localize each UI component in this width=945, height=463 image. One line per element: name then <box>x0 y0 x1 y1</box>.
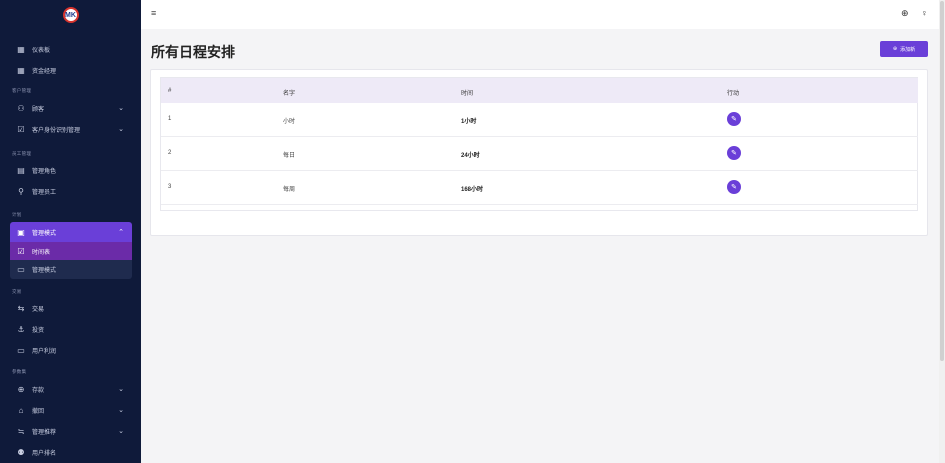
sidebar-item-fund-manager[interactable]: ▦ 资金经理 <box>10 61 132 79</box>
section-label-plan: 计划 <box>12 212 22 217</box>
globe-icon[interactable]: ⊕ <box>901 8 909 19</box>
logo[interactable]: MK <box>0 0 141 30</box>
sidebar-item-label: 时间表 <box>32 249 51 256</box>
sidebar-item-label: 管理推荐 <box>32 429 57 436</box>
sidebar-item-transactions[interactable]: ⇆ 交易 <box>10 299 132 317</box>
cell-time: 24小时 <box>461 153 480 159</box>
section-label-staff: 员工管理 <box>12 151 32 156</box>
table-row: 2 每日 24小时 ✎ <box>161 137 918 171</box>
clipboard-icon: ▤ <box>17 165 25 175</box>
chevron-down-icon: ⌄ <box>118 428 124 435</box>
anchor-icon: ⚓ <box>17 324 25 334</box>
user-badge-icon: ⚉ <box>17 447 25 457</box>
monitor-icon: ▭ <box>17 265 25 274</box>
add-new-label: 添加新 <box>900 46 916 53</box>
column-header-time: 时间 <box>461 91 474 97</box>
edit-icon[interactable]: ✎ <box>727 112 741 126</box>
sidebar-item-staff[interactable]: ⚲ 管理员工 <box>10 182 132 200</box>
sidebar-item-customers[interactable]: ⚇ 顾客 ⌄ <box>10 99 132 117</box>
sidebar-item-label: 投资 <box>32 327 45 334</box>
cell-id: 2 <box>168 150 172 156</box>
sidebar-item-label: 管理模式 <box>32 268 57 274</box>
user-add-icon: ⚲ <box>18 186 24 196</box>
menu-icon[interactable]: ≡ <box>151 8 156 18</box>
sidebar-item-user-ranking[interactable]: ⚉ 用户排名 <box>10 443 132 461</box>
cell-id: 1 <box>168 116 172 122</box>
schedule-table: # 名字 时间 行动 1 小时 1小时 ✎ 2 每日 24小时 ✎ 3 每周 1… <box>160 77 918 211</box>
sidebar-item-label: 资金经理 <box>32 68 57 75</box>
table-row: 3 每周 168小时 ✎ <box>161 171 918 205</box>
sidebar-item-deposit[interactable]: ⊕ 存款 ⌄ <box>10 380 132 398</box>
sidebar: MK ▦ 仪表板 ▦ 资金经理 客户管理 ⚇ 顾客 ⌄ ☑ 客户身份识别管理 ⌄… <box>0 0 141 463</box>
card-icon: ▭ <box>17 345 25 355</box>
sidebar-item-label: 撤回 <box>32 408 45 415</box>
logo-text: MK <box>65 11 76 19</box>
chevron-down-icon: ⌄ <box>118 407 124 414</box>
user-icon[interactable]: ♀ <box>921 8 928 18</box>
sidebar-item-label: 管理角色 <box>32 168 57 175</box>
table-row: 1 小时 1小时 ✎ <box>161 103 918 137</box>
sidebar-item-investments[interactable]: ⚓ 投资 <box>10 320 132 338</box>
chevron-up-icon: ⌃ <box>118 229 124 236</box>
section-label-customers: 客户管理 <box>12 88 32 93</box>
chevron-down-icon: ⌄ <box>118 105 124 112</box>
plus-circle-icon: ⊕ <box>17 384 25 394</box>
sidebar-item-manage-mode-sub[interactable]: ▭ 管理模式 <box>10 260 132 279</box>
edit-icon[interactable]: ✎ <box>727 146 741 160</box>
cell-time: 168小时 <box>461 187 484 193</box>
cell-name: 小时 <box>283 119 296 125</box>
sidebar-item-label: 存款 <box>32 387 45 394</box>
sidebar-item-label: 顾客 <box>32 106 45 113</box>
plus-circle-icon: ⊕ <box>892 46 898 52</box>
sidebar-item-label: 用户利润 <box>32 348 57 355</box>
section-label-fund: 参数集 <box>12 369 27 374</box>
sidebar-item-user-profit[interactable]: ▭ 用户利润 <box>10 341 132 359</box>
sidebar-item-dashboard[interactable]: ▦ 仪表板 <box>10 40 132 58</box>
cell-id: 3 <box>168 184 172 190</box>
add-new-button[interactable]: ⊕ 添加新 <box>880 41 928 57</box>
table-header: # 名字 时间 行动 <box>161 78 918 103</box>
checkbox-icon: ☑ <box>17 246 25 256</box>
sidebar-item-referrals[interactable]: ≒ 管理推荐 ⌄ <box>10 422 132 440</box>
sliders-icon: ≒ <box>17 426 25 436</box>
transfer-icon: ⇆ <box>17 303 25 313</box>
chevron-down-icon: ⌄ <box>118 126 124 133</box>
sidebar-item-schedule[interactable]: ☑ 时间表 <box>10 242 132 260</box>
calendar-icon: ▣ <box>17 227 25 237</box>
cell-time: 1小时 <box>461 119 477 125</box>
grid-icon: ▦ <box>17 44 25 54</box>
sidebar-item-label: 客户身份识别管理 <box>32 127 81 134</box>
section-label-trade: 交易 <box>12 289 22 294</box>
checkbox-icon: ☑ <box>17 124 25 134</box>
sidebar-item-kyc[interactable]: ☑ 客户身份识别管理 ⌄ <box>10 120 132 138</box>
cell-name: 每周 <box>283 187 296 193</box>
top-bar: ≡ ⊕ ♀ <box>141 0 945 29</box>
bank-icon: ⌂ <box>18 405 24 415</box>
sidebar-item-label: 用户排名 <box>32 450 57 457</box>
sidebar-item-manage-mode[interactable]: ▣ 管理模式 ⌃ <box>10 222 132 242</box>
edit-icon[interactable]: ✎ <box>727 180 741 194</box>
column-header-action: 行动 <box>727 91 740 97</box>
cell-name: 每日 <box>283 153 296 159</box>
sidebar-item-roles[interactable]: ▤ 管理角色 <box>10 161 132 179</box>
chevron-down-icon: ⌄ <box>118 386 124 393</box>
sidebar-item-withdraw[interactable]: ⌂ 撤回 ⌄ <box>10 401 132 419</box>
users-icon: ⚇ <box>17 103 25 113</box>
page-title: 所有日程安排 <box>151 44 235 60</box>
column-header-id: # <box>168 88 172 94</box>
sidebar-item-label: 管理模式 <box>32 230 57 237</box>
column-header-name: 名字 <box>283 91 296 97</box>
sidebar-item-label: 交易 <box>32 306 45 313</box>
page-scrollbar[interactable] <box>940 1 944 361</box>
logo-badge: MK <box>62 7 79 23</box>
sidebar-item-label: 管理员工 <box>32 189 57 196</box>
sidebar-item-label: 仪表板 <box>32 47 51 54</box>
grid-icon: ▦ <box>17 65 25 75</box>
